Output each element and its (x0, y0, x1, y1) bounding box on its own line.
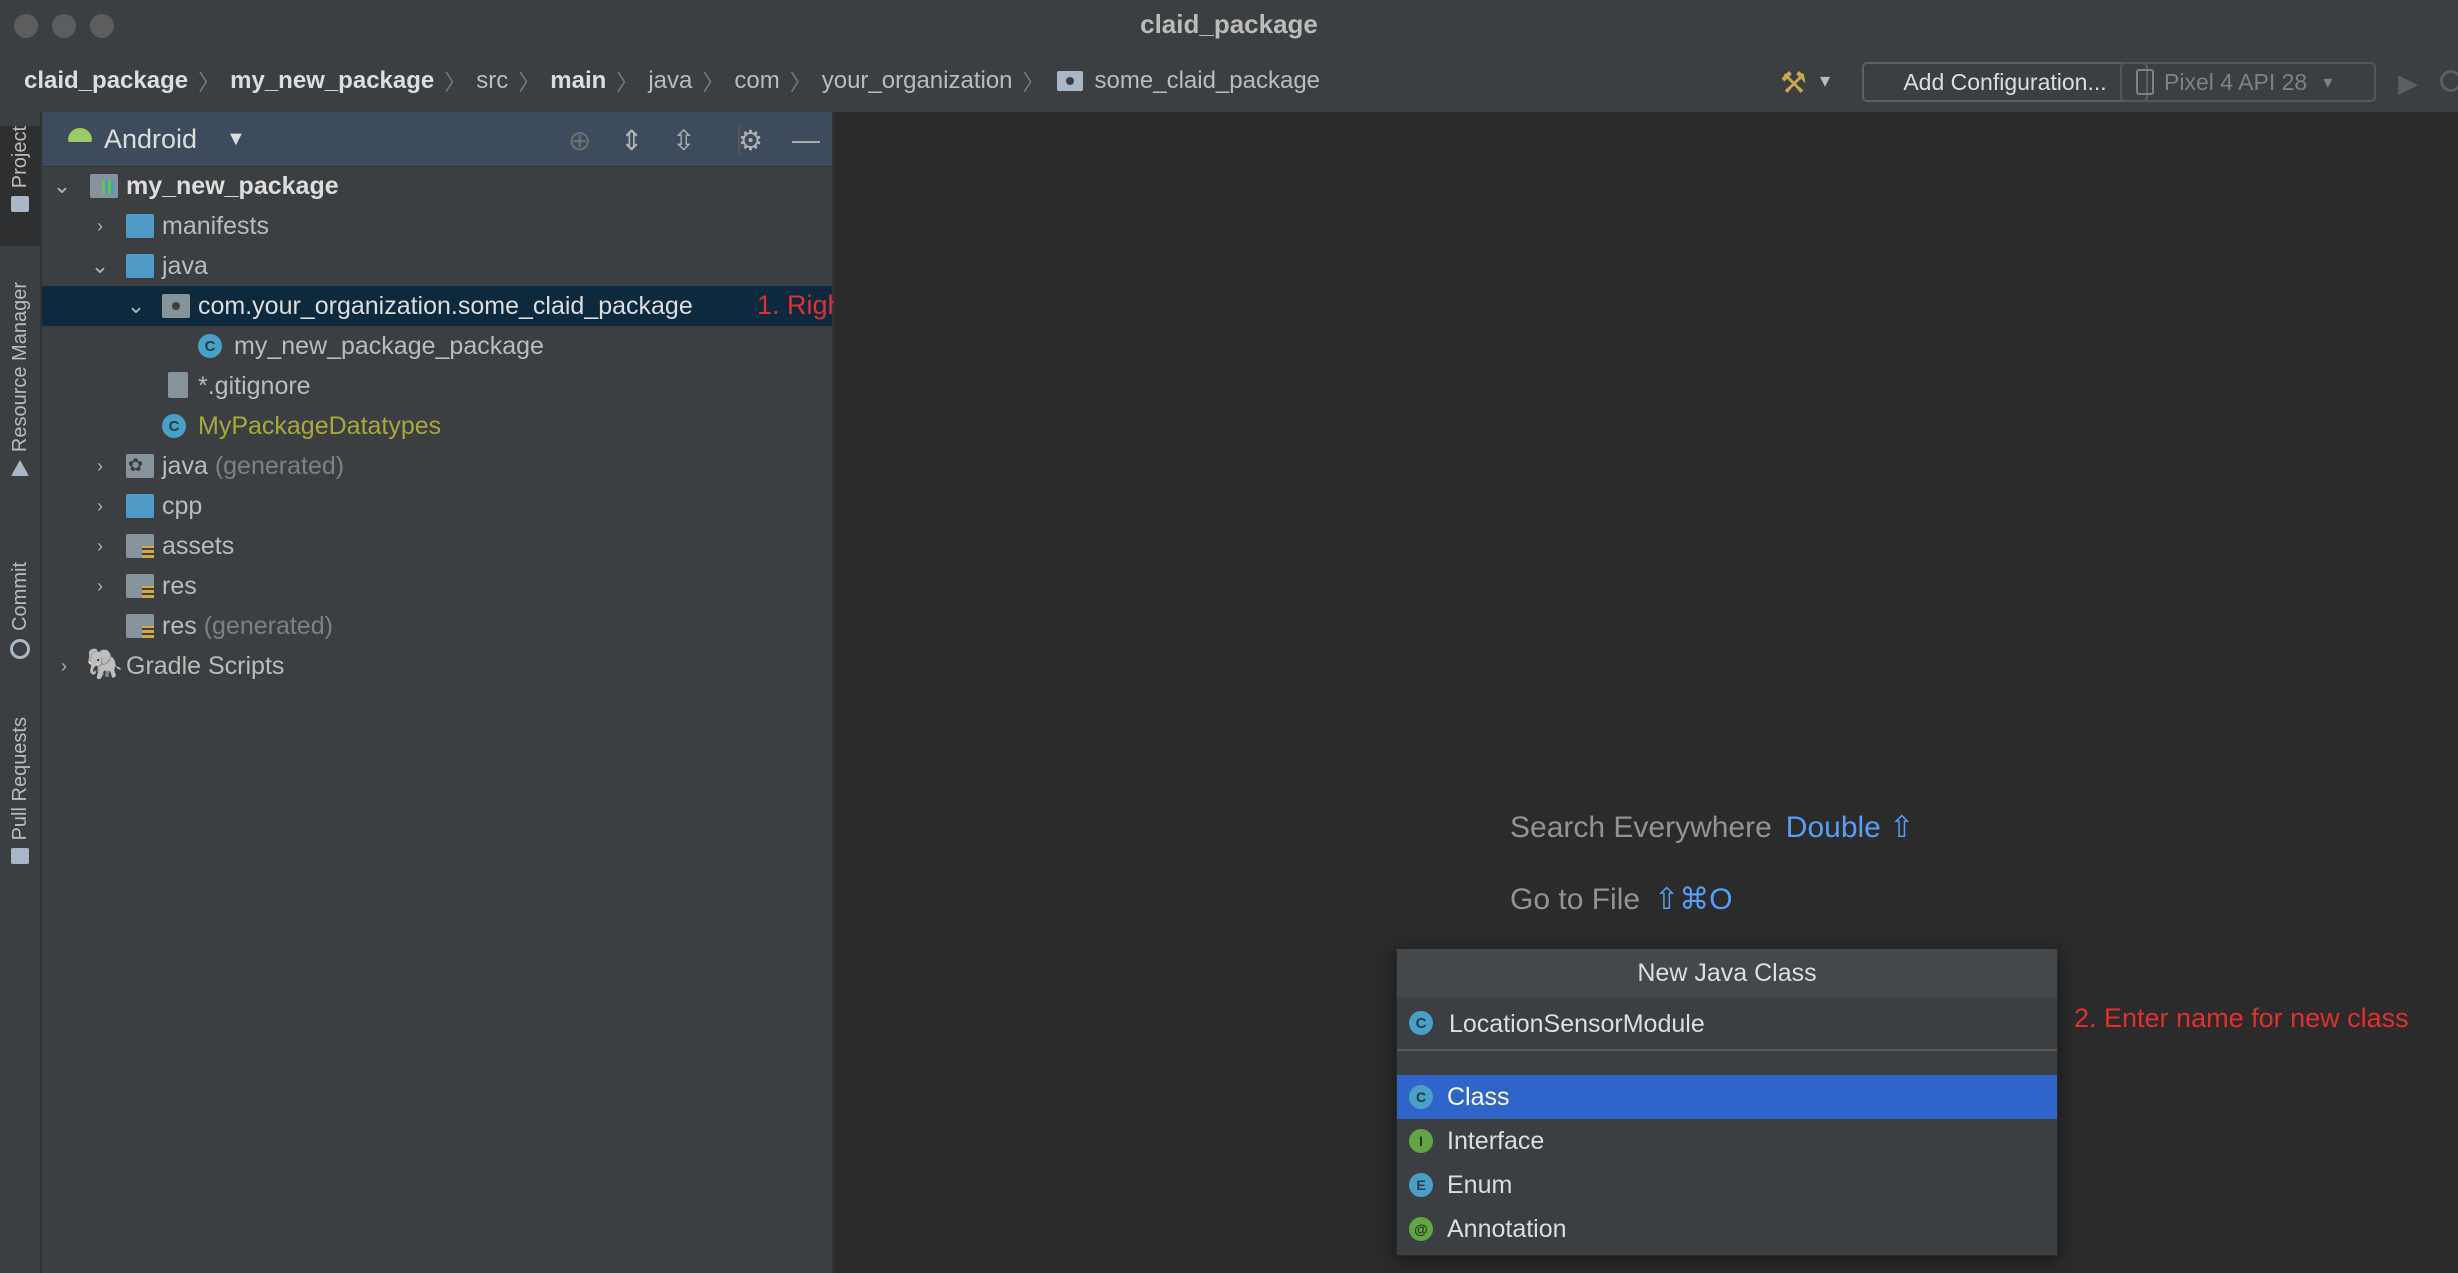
class-icon: C (198, 334, 222, 358)
sync-icon[interactable] (2440, 70, 2458, 92)
tree-node-package[interactable]: ⌄ com.your_organization.some_claid_packa… (42, 286, 832, 326)
breadcrumb-separator: 〉 (198, 70, 221, 95)
breadcrumb-separator: 〉 (1022, 70, 1045, 95)
kind-option-interface[interactable]: I Interface (1397, 1119, 2057, 1163)
tree-node-manifests[interactable]: › manifests (42, 206, 832, 246)
chevron-right-icon[interactable]: › (54, 656, 74, 677)
annotation-icon: @ (1409, 1217, 1433, 1241)
chevron-right-icon[interactable]: › (90, 576, 110, 597)
window-title: claid_package (1140, 9, 1318, 39)
chevron-down-icon: ▾ (2323, 71, 2333, 92)
navigation-bar: claid_package 〉 my_new_package 〉 src 〉 m… (0, 50, 2458, 114)
device-label: Pixel 4 API 28 (2164, 68, 2308, 95)
title-bar: claid_package (0, 0, 2458, 50)
hammer-icon[interactable]: ⚒ (1780, 66, 1807, 101)
tree-node-datatypes[interactable]: C MyPackageDatatypes (42, 406, 832, 446)
tree-node-assets[interactable]: › assets (42, 526, 832, 566)
phone-icon (2136, 69, 2154, 95)
search-everywhere-hint: Search Everywhere Double ⇧ (1510, 811, 1915, 844)
tree-node-root[interactable]: ⌄ my_new_package (42, 166, 832, 206)
package-icon (1056, 71, 1083, 91)
chevron-right-icon[interactable]: › (90, 496, 110, 517)
breadcrumb-item[interactable]: my_new_package (226, 67, 438, 95)
chevron-down-icon[interactable]: ⌄ (126, 293, 146, 319)
tree-node-package-class[interactable]: C my_new_package_package (42, 326, 832, 366)
breadcrumb-separator: 〉 (616, 70, 639, 95)
breadcrumb-separator: 〉 (789, 70, 812, 95)
folder-icon (126, 254, 154, 278)
tree-node-res[interactable]: › res (42, 566, 832, 606)
tree-node-java-generated[interactable]: › java (generated) (42, 446, 832, 486)
breadcrumb-item[interactable]: main (546, 67, 610, 95)
new-java-class-popup: New Java Class C C Class I Interface E E… (1396, 948, 2058, 1256)
breadcrumb-separator: 〉 (518, 70, 541, 95)
chevron-down-icon[interactable]: ▾ (1820, 68, 1830, 93)
class-icon: C (162, 414, 186, 438)
folder-icon (126, 494, 154, 518)
breadcrumb-item[interactable]: claid_package (20, 67, 192, 95)
class-name-input[interactable] (1447, 1005, 2041, 1043)
chevron-down-icon[interactable]: ▼ (226, 128, 246, 151)
project-panel-header: Android ▼ ⊕ ⇕ ⇳ ⚙ — (42, 112, 832, 167)
shapes-icon (11, 460, 29, 477)
pull-request-icon (11, 848, 29, 865)
android-icon (68, 128, 92, 142)
breadcrumb-separator: 〉 (444, 70, 467, 95)
tab-project[interactable]: Project (0, 126, 40, 246)
breadcrumb-item[interactable]: your_organization (818, 67, 1017, 95)
chevron-down-icon[interactable]: ⌄ (52, 173, 72, 199)
go-to-file-hint: Go to File ⇧⌘O (1510, 883, 1733, 916)
play-icon[interactable]: ▶ (2398, 68, 2418, 99)
module-icon (90, 174, 118, 198)
chevron-down-icon[interactable]: ⌄ (90, 253, 110, 279)
breadcrumb: claid_package 〉 my_new_package 〉 src 〉 m… (20, 50, 1324, 112)
kind-option-annotation[interactable]: @ Annotation (1397, 1207, 2057, 1251)
class-icon: C (1409, 1085, 1433, 1109)
tree-node-java[interactable]: ⌄ java (42, 246, 832, 286)
chevron-right-icon[interactable]: › (90, 456, 110, 477)
hide-icon[interactable]: — (792, 124, 820, 156)
chevron-right-icon[interactable]: › (90, 216, 110, 237)
breadcrumb-item[interactable]: some_claid_package (1091, 67, 1324, 95)
class-icon: C (1409, 1011, 1433, 1035)
ignored-file-icon (168, 372, 188, 398)
project-view-selector[interactable]: Android (104, 124, 197, 155)
folder-icon (11, 196, 29, 213)
commit-icon (10, 638, 30, 659)
popup-title: New Java Class (1397, 949, 2057, 998)
breadcrumb-item[interactable]: com (730, 67, 783, 95)
expand-all-icon[interactable]: ⇕ (620, 124, 643, 157)
chevron-right-icon[interactable]: › (90, 536, 110, 557)
kind-option-class[interactable]: C Class (1397, 1075, 2057, 1119)
folder-icon (126, 214, 154, 238)
breadcrumb-item[interactable]: java (644, 67, 696, 95)
add-configuration-button[interactable]: Add Configuration... (1862, 62, 2148, 102)
gradle-icon: 🐘 (86, 648, 124, 681)
device-selector[interactable]: Pixel 4 API 28 ▾ (2120, 62, 2376, 102)
tree-node-gitignore[interactable]: *.gitignore (42, 366, 832, 406)
kind-option-enum[interactable]: E Enum (1397, 1163, 2057, 1207)
annotation-step-2: 2. Enter name for new class (2074, 1003, 2409, 1033)
gear-icon[interactable]: ⚙ (738, 124, 763, 157)
resource-folder-icon (126, 614, 154, 638)
breadcrumb-separator: 〉 (702, 70, 725, 95)
collapse-all-icon[interactable]: ⇳ (672, 124, 695, 157)
generated-folder-icon (126, 454, 154, 478)
project-panel: Android ▼ ⊕ ⇕ ⇳ ⚙ — ⌄ my_new_package › m… (42, 112, 834, 1273)
resource-folder-icon (126, 574, 154, 598)
tree-node-cpp[interactable]: › cpp (42, 486, 832, 526)
package-icon (162, 294, 190, 318)
tree-node-gradle-scripts[interactable]: › 🐘 Gradle Scripts (42, 646, 832, 686)
enum-icon: E (1409, 1173, 1433, 1197)
breadcrumb-item[interactable]: src (472, 67, 512, 95)
interface-icon: I (1409, 1129, 1433, 1153)
tree-node-res-generated[interactable]: res (generated) (42, 606, 832, 646)
locate-icon[interactable]: ⊕ (568, 124, 591, 157)
tool-window-strip: Project Resource Manager Commit Pull Req… (0, 112, 42, 1273)
tab-pull-requests[interactable]: Pull Requests (0, 717, 40, 1017)
resource-folder-icon (126, 534, 154, 558)
class-name-field[interactable]: C (1397, 997, 2057, 1051)
